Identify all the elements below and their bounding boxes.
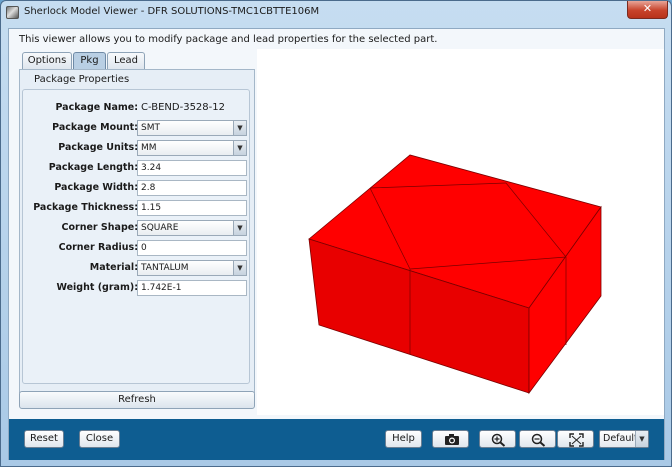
section-title: Package Properties (34, 74, 130, 85)
fit-view-icon (569, 433, 584, 447)
package-thickness-label: Package Thickness: (33, 202, 138, 213)
package-units-label: Package Units: (58, 142, 138, 153)
corner-radius-field[interactable]: 0 (137, 240, 247, 256)
properties-form: Package Name: C-BEND-3528-12 Package Mou… (22, 89, 250, 384)
package-width-field[interactable]: 2.8 (137, 180, 247, 196)
viewer-window: Sherlock Model Viewer - DFR SOLUTIONS-TM… (0, 0, 672, 467)
window-close-button[interactable]: ✕ (627, 1, 668, 19)
material-label: Material: (89, 262, 138, 273)
package-properties-panel: Package Properties Package Name: C-BEND-… (19, 69, 255, 393)
client-area: This viewer allows you to modify package… (8, 28, 665, 460)
corner-radius-label: Corner Radius: (58, 242, 138, 253)
row-weight: Weight (gram): 1.742E-1 (23, 280, 251, 297)
package-thickness-field[interactable]: 1.15 (137, 200, 247, 216)
row-package-mount: Package Mount: SMT ▼ (23, 120, 251, 137)
help-button[interactable]: Help (385, 430, 422, 448)
snapshot-button[interactable] (432, 430, 469, 448)
title-bar[interactable]: Sherlock Model Viewer - DFR SOLUTIONS-TM… (1, 1, 671, 25)
app-icon (6, 6, 19, 19)
package-length-label: Package Length: (48, 162, 138, 173)
row-corner-radius: Corner Radius: 0 (23, 240, 251, 257)
package-width-label: Package Width: (54, 182, 138, 193)
chevron-down-icon[interactable]: ▼ (635, 431, 648, 447)
chevron-down-icon[interactable]: ▼ (233, 261, 246, 275)
refresh-button[interactable]: Refresh (19, 391, 255, 409)
corner-shape-select[interactable]: SQUARE ▼ (137, 220, 247, 236)
description-text: This viewer allows you to modify package… (19, 34, 438, 45)
chevron-down-icon[interactable]: ▼ (233, 141, 246, 155)
row-package-thickness: Package Thickness: 1.15 (23, 200, 251, 217)
zoom-in-icon (491, 433, 506, 447)
view-select-value: Default (603, 433, 638, 444)
zoom-in-button[interactable] (479, 430, 516, 448)
chevron-down-icon[interactable]: ▼ (233, 121, 246, 135)
bottom-toolbar: Reset Close Help Default ▼ (9, 419, 664, 460)
fit-view-button[interactable] (557, 430, 594, 448)
chevron-down-icon[interactable]: ▼ (233, 221, 246, 235)
corner-shape-label: Corner Shape: (61, 222, 138, 233)
package-units-select[interactable]: MM ▼ (137, 140, 247, 156)
package-mount-select[interactable]: SMT ▼ (137, 120, 247, 136)
row-corner-shape: Corner Shape: SQUARE ▼ (23, 220, 251, 237)
package-name-label: Package Name: (55, 102, 138, 113)
tab-pkg[interactable]: Pkg (73, 52, 106, 69)
reset-button[interactable]: Reset (24, 430, 64, 448)
zoom-out-icon (531, 433, 546, 447)
package-mount-label: Package Mount: (52, 122, 138, 133)
row-package-length: Package Length: 3.24 (23, 160, 251, 177)
material-value: TANTALUM (141, 263, 189, 273)
camera-icon (445, 434, 459, 445)
tab-lead[interactable]: Lead (107, 52, 145, 69)
view-select[interactable]: Default ▼ (599, 430, 649, 448)
window-title: Sherlock Model Viewer - DFR SOLUTIONS-TM… (24, 6, 320, 17)
weight-label: Weight (gram): (56, 282, 138, 293)
corner-shape-value: SQUARE (141, 223, 179, 233)
package-mount-value: SMT (141, 123, 160, 133)
package-units-value: MM (141, 143, 157, 153)
package-model (308, 154, 602, 395)
close-button[interactable]: Close (79, 430, 120, 448)
package-name-value: C-BEND-3528-12 (141, 102, 225, 113)
row-package-width: Package Width: 2.8 (23, 180, 251, 197)
material-select[interactable]: TANTALUM ▼ (137, 260, 247, 276)
package-length-field[interactable]: 3.24 (137, 160, 247, 176)
tab-options[interactable]: Options (22, 52, 72, 69)
row-material: Material: TANTALUM ▼ (23, 260, 251, 277)
row-package-units: Package Units: MM ▼ (23, 140, 251, 157)
zoom-out-button[interactable] (519, 430, 556, 448)
3d-viewport[interactable] (257, 49, 664, 415)
row-package-name: Package Name: C-BEND-3528-12 (23, 100, 251, 117)
weight-field[interactable]: 1.742E-1 (137, 280, 247, 296)
